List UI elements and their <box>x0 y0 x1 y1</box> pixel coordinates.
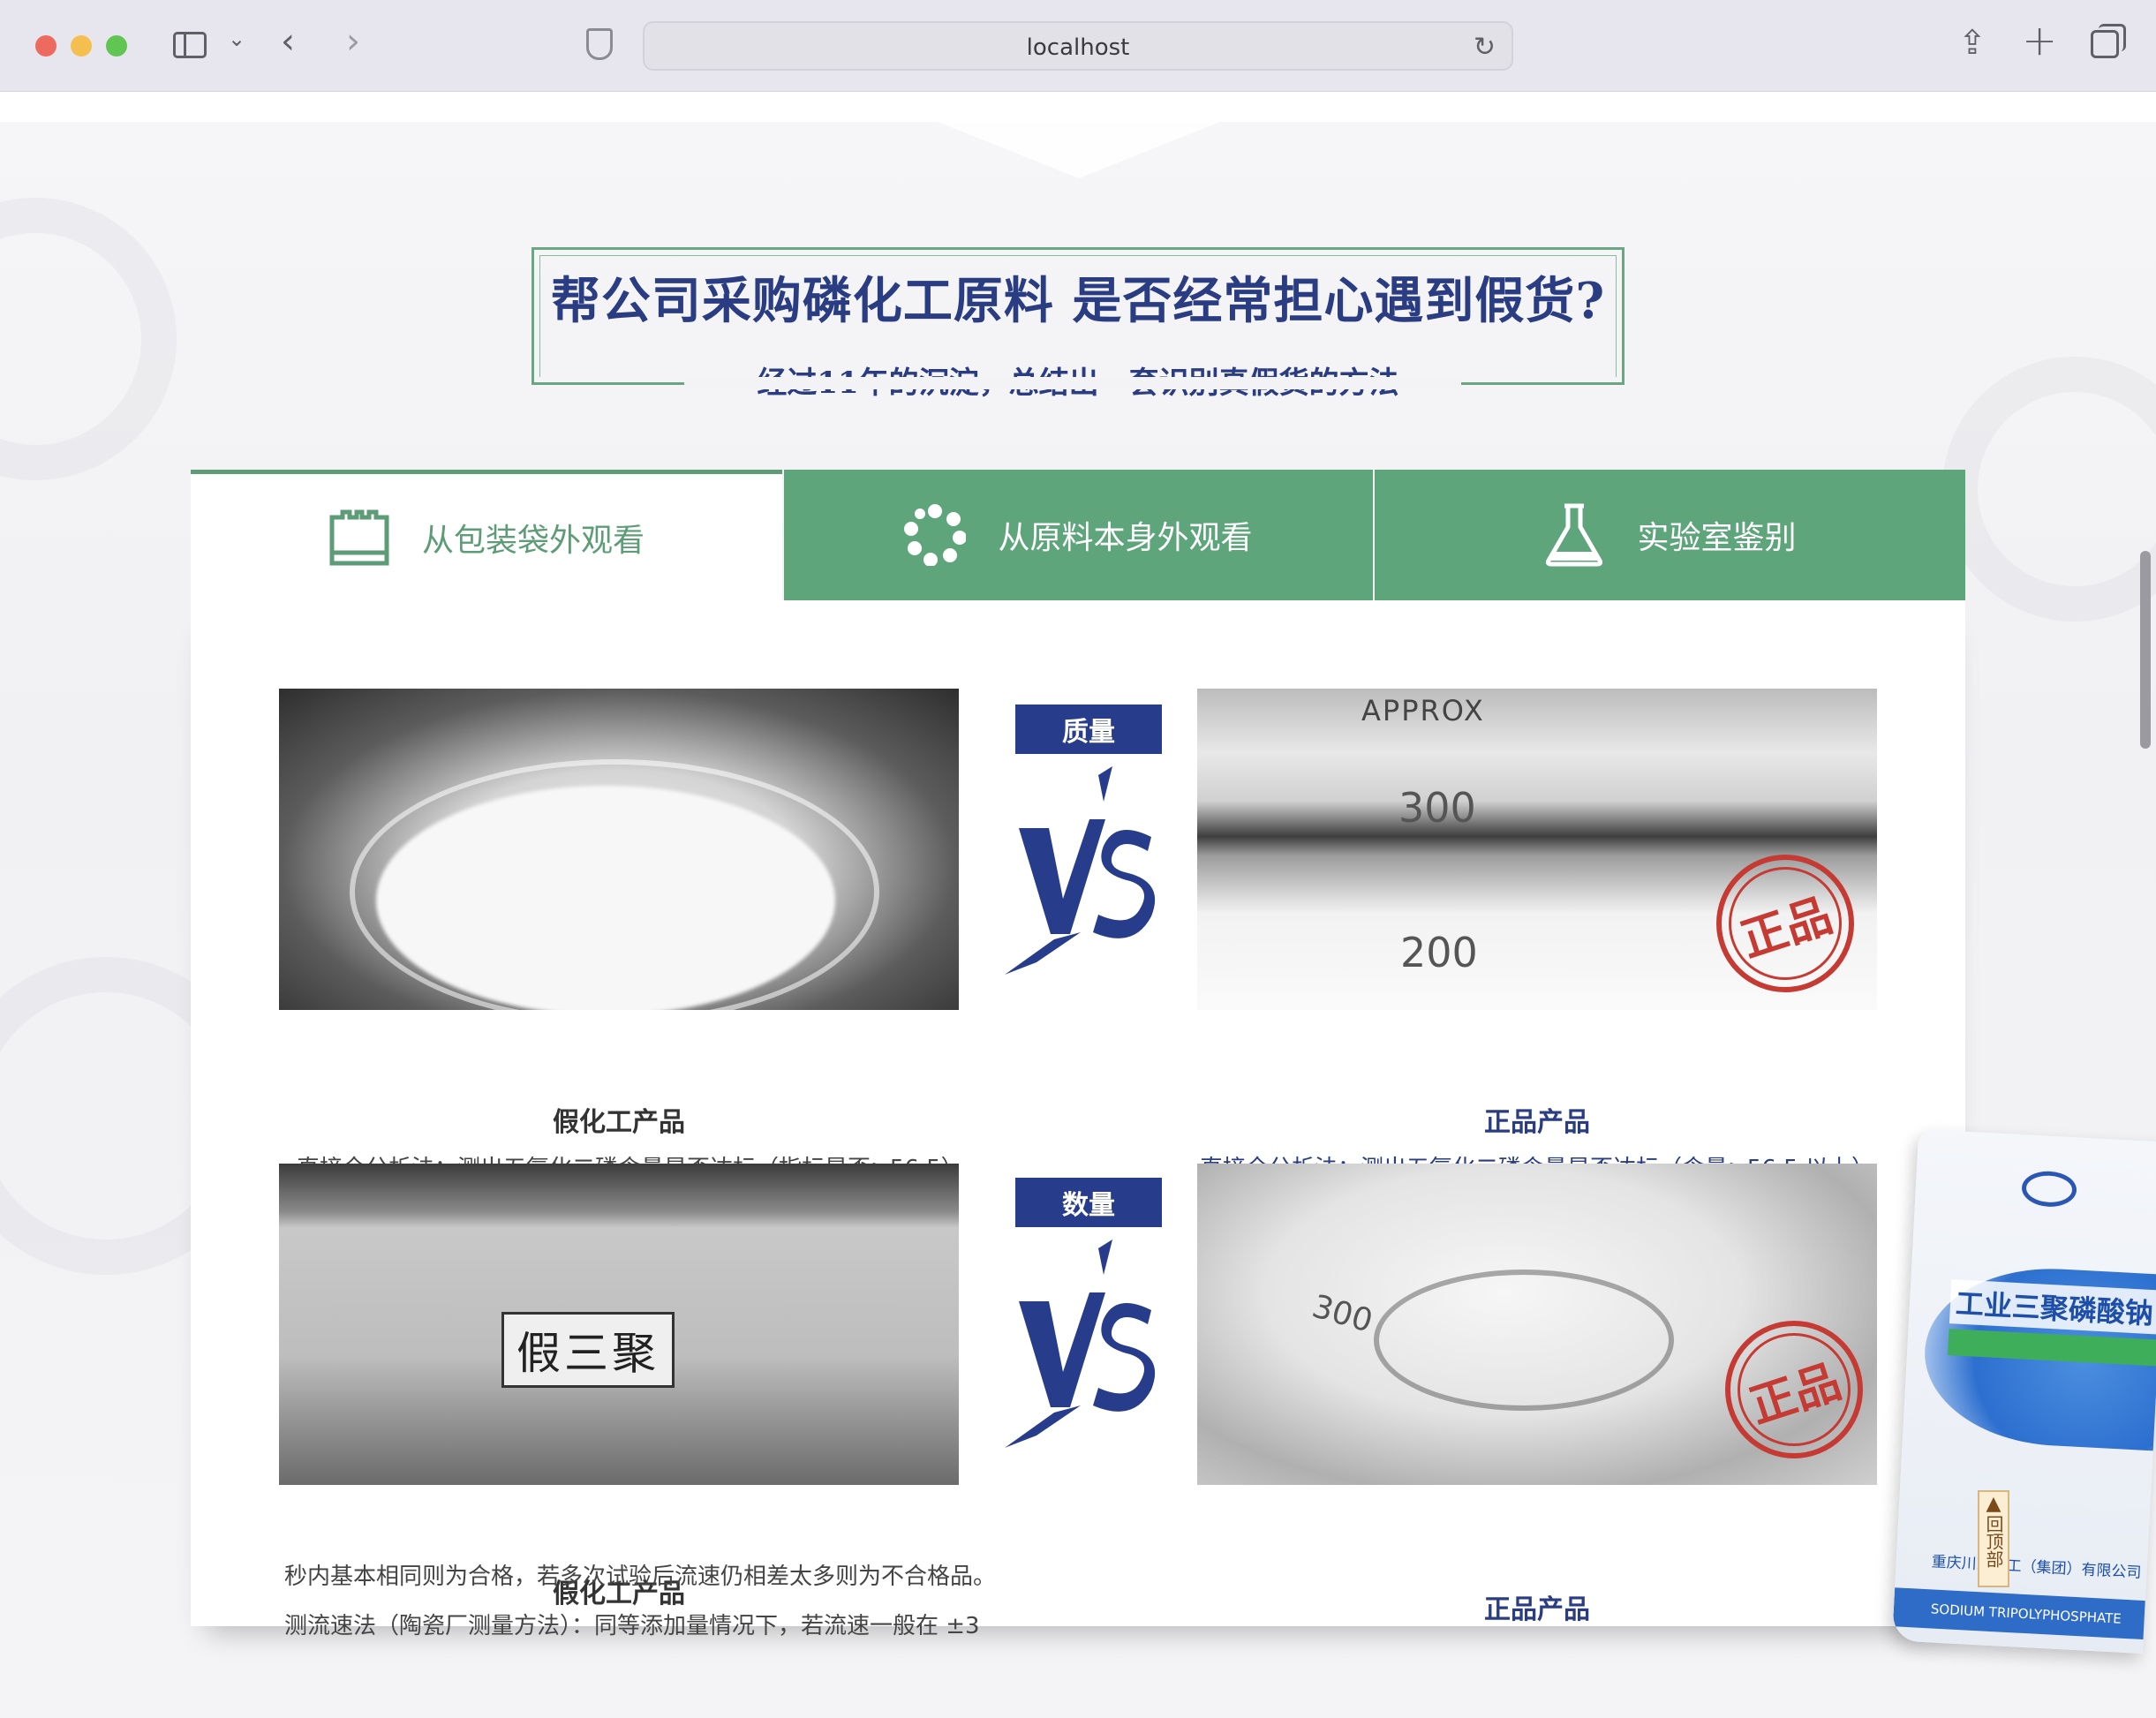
sidebar-icon[interactable] <box>173 32 207 58</box>
genuine-caption: 正品产品 <box>1484 1107 1590 1138</box>
beaker-mark-300: 300 <box>1308 1288 1377 1340</box>
tab-lab-label: 实验室鉴别 <box>1637 520 1797 556</box>
minimize-window-button[interactable] <box>71 35 92 57</box>
back-to-top-label: 回顶部 <box>1983 1515 2004 1568</box>
url-text[interactable]: localhost <box>645 34 1511 61</box>
fake-description-2-line2: 秒内基本相同则为合格，若多次试验后流速仍相差太多则为不合格品。 <box>284 1564 997 1590</box>
tab-material[interactable]: 从原料本身外观看 <box>784 470 1373 600</box>
address-bar[interactable]: localhost ↻ <box>643 21 1513 71</box>
title-frame-gap <box>684 377 1461 389</box>
flask-icon <box>1546 503 1603 567</box>
fake-description-2-line1: 测流速法（陶瓷厂测量方法）：同等添加量情况下，若流速一般在 ±3 <box>284 1613 980 1639</box>
shield-icon[interactable] <box>586 28 613 60</box>
tab-package[interactable]: 从包装袋外观看 <box>191 470 782 600</box>
genuine-product-photo-2: 300 正品 <box>1197 1164 1877 1485</box>
beaker-curve <box>1374 1270 1674 1411</box>
plus-icon[interactable]: + <box>2022 16 2057 65</box>
beaker-rim <box>350 759 879 1010</box>
beaker-mark-approx: APPROX <box>1361 694 1485 727</box>
package-icon <box>329 509 389 565</box>
vs-graphic <box>1005 1240 1156 1448</box>
tabs-icon[interactable] <box>2091 24 2126 58</box>
genuine-stamp-text: 正品 <box>1743 1353 1848 1434</box>
background-decoration <box>0 198 177 480</box>
top-band <box>0 92 2156 122</box>
forward-icon[interactable]: › <box>346 21 360 62</box>
reload-icon[interactable]: ↻ <box>1474 32 1496 63</box>
vs-badge-quantity: 数量 <box>1015 1178 1162 1227</box>
fake-caption: 假化工产品 <box>553 1107 685 1138</box>
genuine-product-photo: APPROX 300 200 正品 <box>1197 689 1877 1010</box>
beaker-mark-300: 300 <box>1398 784 1476 832</box>
tab-package-label: 从包装袋外观看 <box>421 522 645 559</box>
close-window-button[interactable] <box>35 35 57 57</box>
share-icon[interactable]: ⇪ <box>1958 23 1986 62</box>
page-content: 帮公司采购磷化工原料 是否经常担心遇到假货? 经过11年的沉淀，总结出一套识别真… <box>0 92 2156 1718</box>
bag-company: 重庆川东化工（集团）有限公司 <box>1931 1553 2142 1582</box>
vs-graphic <box>1005 766 1156 975</box>
page-title: 帮公司采购磷化工原料 是否经常担心遇到假货? <box>550 272 1606 330</box>
vs-badge-quality: 质量 <box>1015 705 1162 754</box>
chevron-down-icon[interactable]: ⌄ <box>228 26 245 51</box>
back-to-top-button[interactable]: ▲ 回顶部 <box>1978 1490 2009 1587</box>
fake-product-photo-2: 假三聚 <box>279 1164 959 1485</box>
zoom-window-button[interactable] <box>106 35 127 57</box>
genuine-stamp: 正品 <box>1725 1321 1863 1458</box>
beaker-mark-200: 200 <box>1400 929 1478 976</box>
genuine-stamp-text: 正品 <box>1734 887 1839 968</box>
bag-footer: SODIUM TRIPOLYPHOSPHATE <box>1892 1587 2156 1640</box>
genuine-stamp: 正品 <box>1716 855 1854 992</box>
up-arrow-icon: ▲ <box>1986 1493 2001 1515</box>
product-bag-image[interactable]: 工业三聚磷酸钠 重庆川东化工（集团）有限公司 SODIUM TRIPOLYPHO… <box>1892 1128 2156 1654</box>
back-icon[interactable]: ‹ <box>281 21 295 62</box>
granule-icon <box>904 504 967 566</box>
comparison-tabs: 从包装袋外观看 从原料本身外观看 实验室鉴别 <box>191 470 1965 600</box>
genuine-caption-2: 正品产品 <box>1484 1594 1590 1625</box>
browser-toolbar: ⌄ ‹ › localhost ↻ ⇪ + <box>0 0 2156 92</box>
tab-material-label: 从原料本身外观看 <box>998 520 1253 556</box>
comparison-panel: 质量 APPROX 300 200 正品 假化工产品 直接全分析法：测出五氧化二… <box>191 600 1965 1639</box>
fake-product-photo <box>279 689 959 1010</box>
section-notch <box>938 122 1220 178</box>
fake-sample-label: 假三聚 <box>501 1312 675 1388</box>
bag-logo <box>2021 1170 2078 1209</box>
tab-lab[interactable]: 实验室鉴别 <box>1375 470 1965 600</box>
page-scrollbar[interactable] <box>2140 551 2151 749</box>
